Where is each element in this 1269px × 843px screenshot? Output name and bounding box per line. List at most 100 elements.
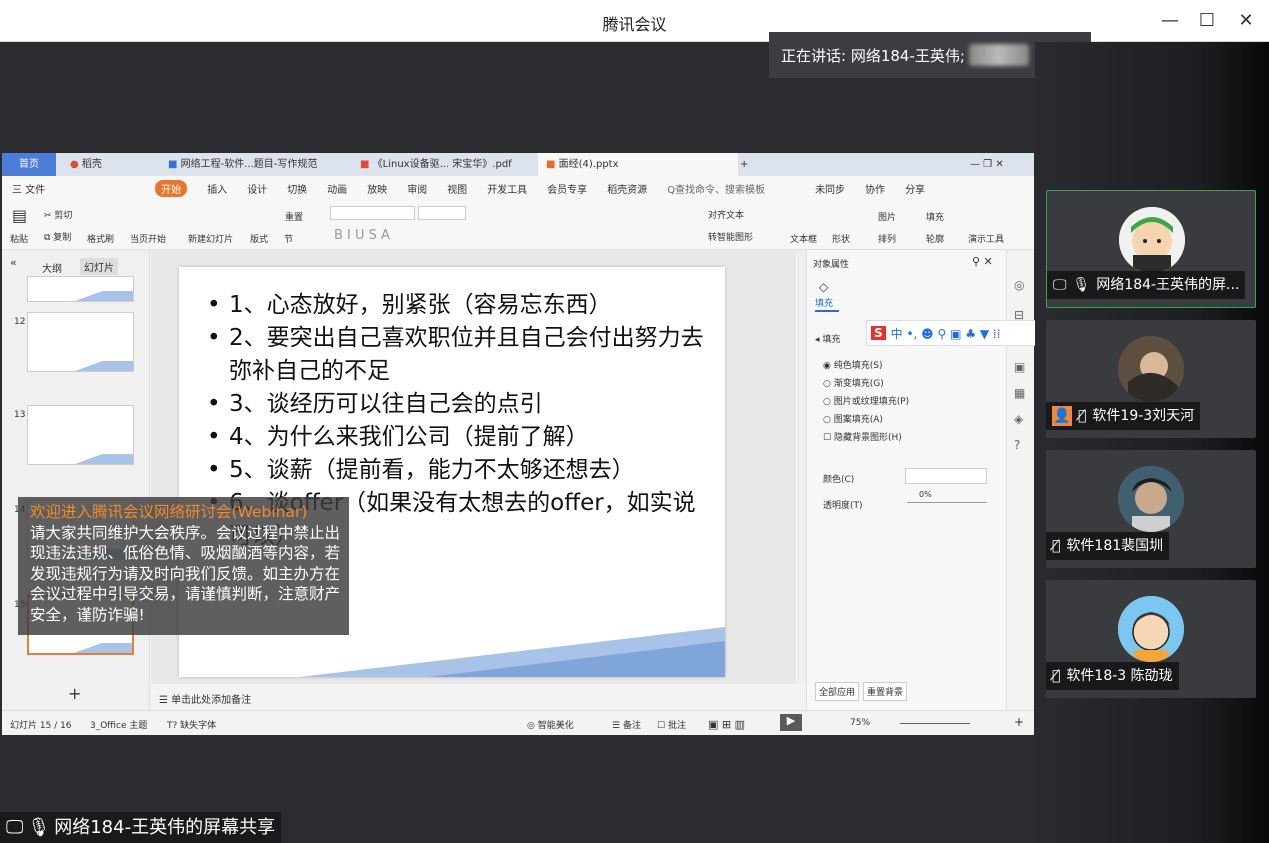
fill-tab-icon[interactable]: ◇ (819, 280, 828, 294)
smart-beautify[interactable]: ◎ 智能美化 (527, 718, 574, 731)
fill-button[interactable]: 填充 (926, 210, 944, 223)
menu-slideshow[interactable]: 放映 (367, 181, 387, 196)
zoom-value[interactable]: 75% (850, 718, 870, 728)
convert-smart-button[interactable]: 转智能图形 (708, 230, 753, 243)
close-icon[interactable]: ✕ (1231, 8, 1261, 34)
props-pin-close[interactable]: ⚲ ✕ (972, 255, 993, 268)
participant-tile[interactable]: 🖵 🎙 网络184-王英伟的屏... (1046, 190, 1256, 308)
font-size-select[interactable] (418, 206, 466, 220)
play-slideshow-icon[interactable]: ▶ (780, 714, 802, 731)
copy-button[interactable]: ⧉ 复制 (44, 230, 71, 243)
maximize-icon[interactable]: ☐ (1192, 8, 1222, 34)
screen-share-icon: 🖵 (1053, 277, 1067, 293)
participant-tile[interactable]: 🎙̸ 软件181裴国圳 (1046, 450, 1256, 568)
tab-doc[interactable]: ■ 网络工程-软件...题目-写作规范 (160, 153, 325, 176)
participant-tile[interactable]: 🎙̸ 软件18-3 陈劭珑 (1046, 580, 1256, 698)
apply-all-button[interactable]: 全部应用 (815, 682, 860, 701)
shape-button[interactable]: 形状 (832, 232, 850, 245)
format-painter-button[interactable]: 格式刷 (87, 232, 114, 245)
hide-bg-checkbox[interactable]: ☐ 隐藏背景图形(H) (823, 430, 902, 443)
pattern-fill-radio[interactable]: ○ 图案填充(A) (823, 412, 883, 425)
solid-fill-radio[interactable]: ◉ 纯色填充(S) (823, 358, 882, 371)
menu-file[interactable]: 三 文件 (12, 181, 45, 196)
menu-member[interactable]: 会员专享 (547, 181, 587, 196)
collab-button[interactable]: 协作 (865, 181, 885, 196)
paste-icon[interactable]: ▤ (12, 206, 27, 225)
notes-toggle[interactable]: ☰ 备注 (612, 718, 641, 731)
tab-pdf[interactable]: ■ 《Linux设备驱... 宋宝华》.pdf (352, 153, 520, 176)
zoom-in-icon[interactable]: + (1014, 715, 1024, 729)
menu-devtools[interactable]: 开发工具 (487, 181, 527, 196)
command-search[interactable]: Q查找命令、搜索模板 (667, 181, 765, 196)
daoke-icon: ● (70, 159, 79, 170)
shared-screen-wps: 首页 ● 稻壳 ■ 网络工程-软件...题目-写作规范 ■ 《Linux设备驱.… (2, 153, 1034, 735)
textbox-button[interactable]: 文本框 (790, 232, 817, 245)
present-tools-button[interactable]: 演示工具 (968, 232, 1004, 245)
missing-font[interactable]: T? 缺失字体 (167, 718, 216, 731)
menu-transition[interactable]: 切换 (287, 181, 307, 196)
tab-daoke[interactable]: ● 稻壳 (62, 153, 110, 176)
ime-toolbar[interactable]: S 中 •, ☻ ⚲ ▣ ♣ ▼ ⁞⁞ (866, 320, 1036, 346)
image-button[interactable]: 图片 (878, 210, 896, 223)
menu-animation[interactable]: 动画 (327, 181, 347, 196)
tab-outline[interactable]: 大纲 (42, 260, 62, 275)
color-picker[interactable] (905, 468, 987, 484)
share-button[interactable]: 分享 (905, 181, 925, 196)
slide-thumb-11[interactable] (27, 276, 134, 302)
tool-icon[interactable]: ▦ (1014, 386, 1025, 400)
gradient-fill-radio[interactable]: ○ 渐变填充(G) (823, 376, 884, 389)
menu-design[interactable]: 设计 (247, 181, 267, 196)
align-text-button[interactable]: 对齐文本 (708, 208, 744, 221)
paste-button[interactable]: 粘贴 (10, 232, 28, 245)
sync-status[interactable]: 未同步 (815, 181, 845, 196)
word-icon: ■ (168, 159, 178, 170)
slide-thumb-12[interactable] (27, 312, 134, 372)
participant-tile[interactable]: 👤 🎙̸ 软件19-3刘天河 (1046, 320, 1256, 438)
zoom-slider[interactable] (900, 723, 970, 724)
font-name-select[interactable] (330, 206, 415, 220)
comments-toggle[interactable]: ☐ 批注 (657, 718, 686, 731)
window-controls[interactable]: — ❐ ✕ (962, 153, 1012, 176)
menu-start[interactable]: 开始 (155, 179, 188, 197)
new-slide-button[interactable]: 新建幻灯片 (188, 232, 233, 245)
tool-icon[interactable]: ◈ (1014, 412, 1023, 426)
layout-button[interactable]: 版式 (250, 232, 268, 245)
tab-home[interactable]: 首页 (2, 153, 56, 176)
cut-button[interactable]: ✂ 剪切 (44, 208, 72, 221)
mic-on-icon: 🎙 (1072, 277, 1091, 293)
transparency-slider[interactable] (907, 502, 987, 503)
tab-pptx[interactable]: ■ 面经(4).pptx (538, 153, 738, 176)
tool-icon[interactable]: ▣ (1014, 360, 1025, 374)
reset-button[interactable]: 重置 (285, 210, 303, 223)
avatar (1118, 466, 1184, 532)
tab-slides[interactable]: 幻灯片 (80, 258, 118, 275)
color-label: 颜色(C) (823, 475, 855, 485)
section-button[interactable]: 节 (284, 232, 293, 245)
reset-bg-button[interactable]: 重置背景 (863, 682, 908, 701)
arrange-button[interactable]: 排列 (878, 232, 896, 245)
add-slide-icon[interactable]: + (68, 684, 81, 703)
speaking-text: 正在讲话: 网络184-王英伟; (781, 47, 965, 65)
fill-tab-underline (815, 310, 839, 312)
menu-view[interactable]: 视图 (447, 181, 467, 196)
fill-tab[interactable]: 填充 (815, 296, 833, 309)
notes-bar[interactable]: ☰ 单击此处添加备注 (151, 684, 796, 710)
tool-icon[interactable]: ◎ (1014, 278, 1024, 292)
view-mode-icons[interactable]: ▣ ⊞ ▥ (708, 718, 745, 731)
outline-button[interactable]: 轮廓 (926, 232, 944, 245)
slide-thumb-13[interactable] (27, 405, 134, 465)
menu-resources[interactable]: 稻壳资源 (607, 181, 647, 196)
from-current-button[interactable]: 当页开始 (130, 232, 166, 245)
mic-on-icon: 🎙 (27, 817, 51, 838)
font-style-icons[interactable]: B I U S A (334, 228, 390, 243)
tab-doc-label: 网络工程-软件...题目-写作规范 (180, 159, 318, 170)
menu-review[interactable]: 审阅 (407, 181, 427, 196)
collapse-pane-icon[interactable]: « (10, 256, 17, 269)
fill-section-header[interactable]: ◂ 填充 (815, 332, 840, 345)
menu-insert[interactable]: 插入 (207, 181, 227, 196)
minimize-icon[interactable]: — (1155, 8, 1185, 34)
new-tab-icon[interactable]: + (732, 153, 756, 176)
pattern-fill-label: 图案填充(A) (833, 415, 883, 425)
picture-fill-radio[interactable]: ○ 图片或纹理填充(P) (823, 394, 909, 407)
help-icon[interactable]: ? (1014, 438, 1020, 452)
